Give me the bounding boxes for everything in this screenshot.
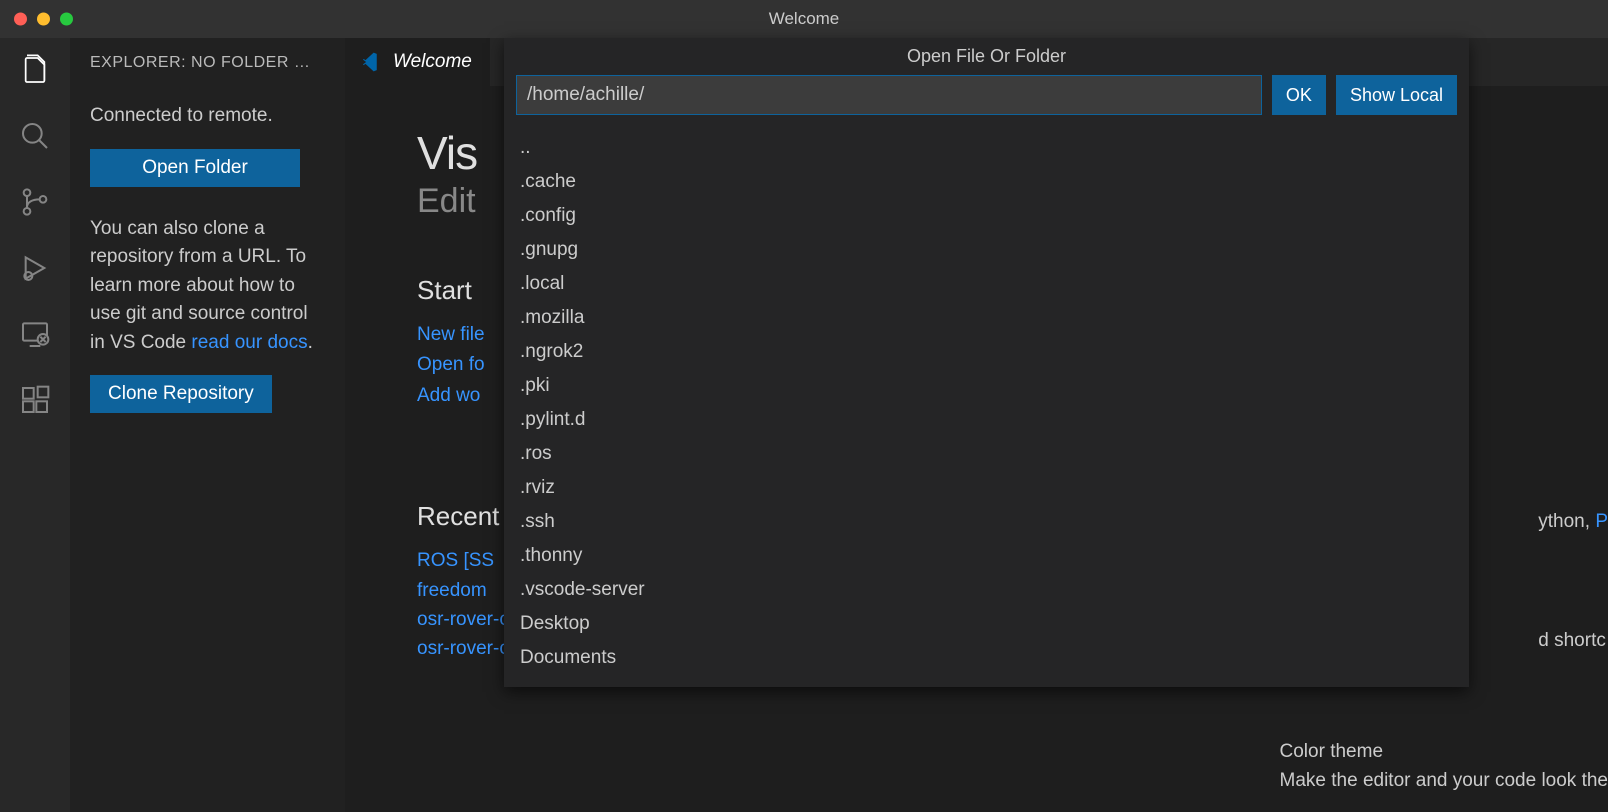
color-theme-block: Color theme Make the editor and your cod… <box>1280 738 1608 795</box>
clone-repository-button[interactable]: Clone Repository <box>90 375 272 413</box>
list-item[interactable]: .config <box>520 199 1453 233</box>
close-window-button[interactable] <box>14 13 27 26</box>
color-theme-text: Make the editor and your code look the <box>1280 767 1608 796</box>
titlebar: Welcome <box>0 0 1608 38</box>
clone-help-text: You can also clone a repository from a U… <box>90 215 325 358</box>
dialog-title: Open File Or Folder <box>504 38 1469 75</box>
run-debug-icon[interactable] <box>17 250 53 286</box>
list-item[interactable]: .mozilla <box>520 301 1453 335</box>
list-item[interactable]: .vscode-server <box>520 573 1453 607</box>
activity-bar <box>0 38 70 812</box>
read-docs-link[interactable]: read our docs <box>191 332 307 353</box>
list-item[interactable]: .ngrok2 <box>520 335 1453 369</box>
list-item[interactable]: .ssh <box>520 505 1453 539</box>
sidebar-explorer: EXPLORER: NO FOLDER … Connected to remot… <box>70 38 345 812</box>
search-icon[interactable] <box>17 118 53 154</box>
tab-label: Welcome <box>393 51 472 73</box>
list-item[interactable]: .pylint.d <box>520 403 1453 437</box>
list-item[interactable]: .. <box>520 131 1453 165</box>
list-item[interactable]: .thonny <box>520 539 1453 573</box>
remote-explorer-icon[interactable] <box>17 316 53 352</box>
python-link[interactable]: P <box>1595 511 1608 532</box>
window-title: Welcome <box>769 9 840 29</box>
list-item[interactable]: Desktop <box>520 607 1453 641</box>
vscode-logo-icon <box>363 52 383 72</box>
explorer-header: EXPLORER: NO FOLDER … <box>90 54 325 72</box>
open-folder-button[interactable]: Open Folder <box>90 149 300 187</box>
connected-status: Connected to remote. <box>90 102 325 131</box>
open-file-or-folder-dialog: Open File Or Folder OK Show Local .. .ca… <box>504 38 1469 687</box>
list-item[interactable]: .local <box>520 267 1453 301</box>
list-item[interactable]: .cache <box>520 165 1453 199</box>
file-list: .. .cache .config .gnupg .local .mozilla… <box>504 125 1469 687</box>
list-item[interactable]: .ros <box>520 437 1453 471</box>
tab-welcome[interactable]: Welcome <box>345 38 490 86</box>
show-local-button[interactable]: Show Local <box>1336 75 1457 115</box>
path-input[interactable] <box>516 75 1262 115</box>
list-item[interactable]: .pki <box>520 369 1453 403</box>
window-controls <box>14 13 73 26</box>
extensions-icon[interactable] <box>17 382 53 418</box>
files-icon[interactable] <box>17 52 53 88</box>
ok-button[interactable]: OK <box>1272 75 1326 115</box>
maximize-window-button[interactable] <box>60 13 73 26</box>
customize-column: ython, P d shortc <box>1538 508 1608 655</box>
list-item[interactable]: Documents <box>520 641 1453 675</box>
color-theme-header: Color theme <box>1280 738 1608 767</box>
source-control-icon[interactable] <box>17 184 53 220</box>
list-item[interactable]: .rviz <box>520 471 1453 505</box>
list-item[interactable]: .gnupg <box>520 233 1453 267</box>
minimize-window-button[interactable] <box>37 13 50 26</box>
